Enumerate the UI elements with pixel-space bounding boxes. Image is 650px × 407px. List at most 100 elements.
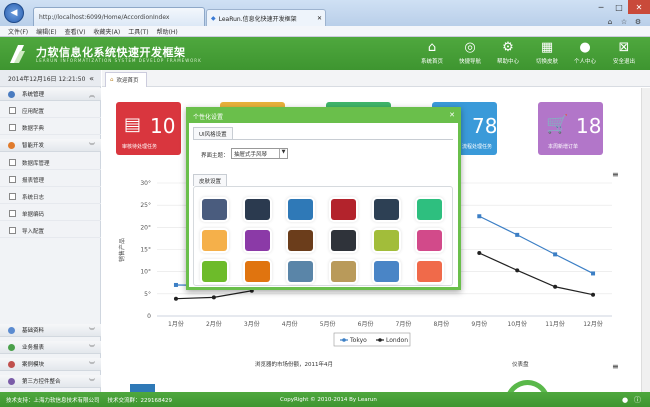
skin-swatch[interactable] bbox=[202, 230, 227, 251]
sidebar-item-dictionary[interactable]: 数据字典 bbox=[0, 121, 101, 135]
sidebar-item-app-config[interactable]: 应用配置 bbox=[0, 104, 101, 118]
x-tick-label: 8月份 bbox=[433, 320, 449, 328]
menu-favorites[interactable]: 收藏夹(A) bbox=[93, 27, 120, 36]
tab-skin-label: 皮肤设置 bbox=[199, 178, 222, 185]
grid-icon: ▦ bbox=[540, 40, 554, 55]
nav-logout[interactable]: ⊠ 安全退出 bbox=[602, 38, 646, 68]
skin-swatch[interactable] bbox=[245, 230, 270, 251]
datetime-bar: 2014年12月16日 12:21:50 « bbox=[0, 70, 101, 87]
menu-file[interactable]: 文件(F) bbox=[8, 27, 28, 36]
browser-share-title: 浏览器的市场份额，2011年4月 bbox=[255, 362, 333, 368]
menu-edit[interactable]: 编辑(E) bbox=[36, 27, 56, 36]
series-line bbox=[175, 290, 252, 300]
menu-help[interactable]: 帮助(H) bbox=[157, 27, 178, 36]
tab-ui-style-label: UI风格设置 bbox=[199, 131, 227, 138]
collapse-sidebar-icon[interactable]: « bbox=[89, 74, 94, 83]
skin-swatch[interactable] bbox=[417, 230, 442, 251]
chevron-down-icon: ︾ bbox=[88, 328, 95, 335]
sidebar-section-case[interactable]: 案例模块 ︾ bbox=[0, 358, 101, 371]
close-icon[interactable]: ✕ bbox=[449, 111, 455, 119]
sidebar-item-label: 导入配置 bbox=[22, 228, 45, 235]
sidebar-section-business[interactable]: 业务报表 ︾ bbox=[0, 341, 101, 354]
nav-help[interactable]: ⚙ 帮助中心 bbox=[486, 38, 530, 68]
sidebar-item-report[interactable]: 报表管理 bbox=[0, 173, 101, 187]
back-icon[interactable]: ◀ bbox=[4, 3, 24, 23]
tab-favicon-icon: ◆ bbox=[211, 14, 216, 22]
theme-select[interactable]: 抽屉式手风琴 ▼ bbox=[231, 148, 288, 159]
gauge-menu-icon[interactable]: ≡ bbox=[612, 362, 619, 371]
nav-home-label: 系统首页 bbox=[420, 59, 443, 65]
close-tab-icon[interactable]: ✕ bbox=[317, 15, 322, 22]
y-tick-label: 25° bbox=[140, 202, 151, 209]
skin-swatch[interactable] bbox=[202, 199, 227, 220]
skin-swatch[interactable] bbox=[288, 261, 313, 282]
skin-swatch[interactable] bbox=[288, 199, 313, 220]
page-icon bbox=[9, 124, 16, 131]
address-bar[interactable]: http://localhost:6099/Home/AccordionInde… bbox=[33, 7, 205, 26]
card-number: 78 bbox=[472, 114, 498, 138]
skin-swatch[interactable] bbox=[374, 199, 399, 220]
nav-profile[interactable]: ● 个人中心 bbox=[563, 38, 607, 68]
share-bar bbox=[130, 384, 155, 392]
sidebar-item-db[interactable]: 数据库管理 bbox=[0, 156, 101, 170]
skin-swatch[interactable] bbox=[331, 230, 356, 251]
nav-logout-label: 安全退出 bbox=[612, 59, 635, 65]
compass-icon: ◎ bbox=[464, 40, 476, 55]
system-icon bbox=[8, 91, 15, 98]
gauge-title: 仪表盘 bbox=[512, 362, 529, 368]
skin-panel bbox=[193, 186, 453, 286]
tab-ui-style[interactable]: UI风格设置 bbox=[193, 127, 233, 139]
skin-swatch[interactable] bbox=[374, 261, 399, 282]
dialog-header: 个性化设置 bbox=[189, 110, 458, 123]
sidebar-section-third[interactable]: 第三方控件整合 ︾ bbox=[0, 375, 101, 388]
info-icon[interactable]: ⓘ bbox=[634, 395, 641, 405]
y-tick-label: 0 bbox=[147, 313, 151, 320]
sidebar-section-system[interactable]: 系统管理 ︽ bbox=[0, 88, 101, 101]
menu-view[interactable]: 查看(V) bbox=[65, 27, 86, 36]
series-line bbox=[479, 252, 594, 296]
sidebar-item-label: 单据编码 bbox=[22, 211, 45, 218]
skin-swatch[interactable] bbox=[245, 261, 270, 282]
page-icon bbox=[9, 107, 16, 114]
gear-icon: ⚙ bbox=[502, 40, 514, 55]
tab-home[interactable]: ⌂ 欢迎首页 bbox=[105, 72, 147, 87]
code-icon bbox=[9, 210, 16, 217]
skin-swatch[interactable] bbox=[417, 199, 442, 220]
tab-skin[interactable]: 皮肤设置 bbox=[193, 174, 228, 186]
skin-swatch[interactable] bbox=[288, 230, 313, 251]
chevron-down-icon: ▼ bbox=[279, 149, 287, 158]
section-label: 基础资料 bbox=[22, 328, 45, 334]
logo-icon bbox=[10, 45, 25, 63]
menu-tools[interactable]: 工具(T) bbox=[128, 27, 148, 36]
section-label: 业务报表 bbox=[22, 345, 45, 351]
main-tab-bar bbox=[102, 70, 650, 87]
minimize-icon[interactable]: ─ bbox=[592, 0, 610, 14]
sidebar-item-import[interactable]: 导入配置 bbox=[0, 224, 101, 238]
skin-swatch[interactable] bbox=[374, 230, 399, 251]
log-icon bbox=[9, 193, 16, 200]
datetime: 2014年12月16日 12:21:50 bbox=[8, 75, 86, 83]
business-icon bbox=[8, 344, 15, 351]
import-icon bbox=[9, 227, 16, 234]
x-tick-label: 9月份 bbox=[471, 320, 487, 328]
sidebar-section-basic[interactable]: 基础资料 ︾ bbox=[0, 324, 101, 337]
stat-card-audit[interactable]: ▤ 10 审核待处理任务 bbox=[116, 102, 181, 155]
sidebar-item-log[interactable]: 系统日志 bbox=[0, 190, 101, 204]
skin-swatch[interactable] bbox=[331, 199, 356, 220]
maximize-icon[interactable]: □ bbox=[610, 0, 628, 14]
skin-swatch[interactable] bbox=[245, 199, 270, 220]
browser-tab[interactable]: ◆ LeaRun.信息化快速开发框架 ✕ bbox=[206, 9, 326, 26]
skin-swatch[interactable] bbox=[417, 261, 442, 282]
sidebar-item-label: 应用配置 bbox=[22, 108, 45, 115]
sidebar-item-code[interactable]: 单据编码 bbox=[0, 207, 101, 221]
y-tick-label: 30° bbox=[140, 180, 151, 187]
sidebar-item-label: 数据字典 bbox=[22, 125, 45, 132]
sidebar-section-dev[interactable]: 智能开发 ︾ bbox=[0, 139, 101, 152]
user-icon[interactable]: ● bbox=[622, 396, 628, 404]
skin-swatch[interactable] bbox=[331, 261, 356, 282]
stat-card-orders[interactable]: 🛒 18 本周新增订单 bbox=[538, 102, 603, 155]
chart-menu-icon[interactable]: ≡ bbox=[612, 170, 619, 179]
main-scrollbar[interactable] bbox=[641, 88, 650, 392]
skin-swatch[interactable] bbox=[202, 261, 227, 282]
close-window-icon[interactable]: ✕ bbox=[628, 0, 650, 14]
